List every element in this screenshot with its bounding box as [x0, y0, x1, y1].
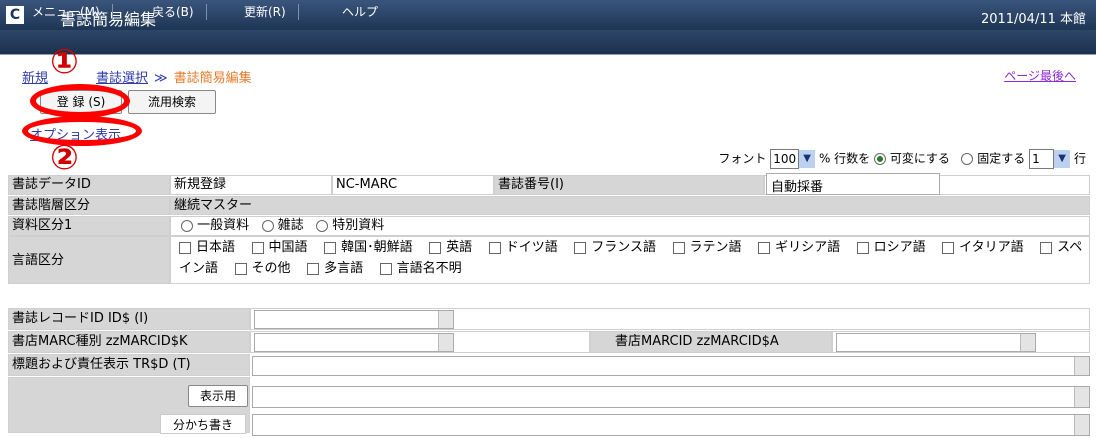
- rows-select[interactable]: 1: [1029, 149, 1055, 169]
- lang-checkbox-multi[interactable]: [307, 262, 320, 275]
- lang-checkbox-el[interactable]: [758, 241, 771, 254]
- fixed-radio[interactable]: [961, 153, 974, 165]
- lang-checkbox-ko[interactable]: [324, 241, 337, 254]
- annotation-number-1: ①: [50, 42, 79, 82]
- material-options: 一般資料 雑誌 特別資料: [170, 216, 1090, 236]
- record-id-label: 書誌データID: [8, 175, 170, 195]
- lang-checkbox-ru[interactable]: [856, 241, 869, 254]
- marc-id-input[interactable]: [836, 333, 1036, 352]
- breadcrumb-new[interactable]: 新規: [22, 71, 48, 86]
- separation-label: 分かち書き: [160, 414, 246, 434]
- marc-type-input[interactable]: [254, 333, 454, 352]
- menu-back[interactable]: 戻る(B): [140, 4, 207, 20]
- hierarchy-label: 書誌階層区分: [8, 196, 170, 215]
- chevron-down-icon[interactable]: ▼: [799, 150, 816, 168]
- material-option-label: 一般資料: [197, 218, 250, 233]
- material-radio-general[interactable]: [181, 219, 193, 232]
- breadcrumb-separator: ≫: [154, 71, 168, 86]
- record-number-input[interactable]: 自動採番: [766, 173, 940, 195]
- menu-update[interactable]: 更新(R): [232, 4, 299, 20]
- lang-checkbox-en[interactable]: [429, 241, 442, 254]
- font-size-select[interactable]: 100: [770, 149, 800, 169]
- record-id-field-label: 書誌レコードID ID$ (I): [8, 308, 250, 330]
- lang-checkbox-la[interactable]: [672, 241, 685, 254]
- menu-help[interactable]: ヘルプ: [330, 4, 390, 20]
- lang-checkbox-de[interactable]: [488, 241, 501, 254]
- annotation-ellipse-2: [22, 116, 142, 146]
- annotation-ellipse-1: [30, 84, 130, 118]
- lang-label: フランス語: [591, 240, 656, 255]
- menu-bar: [0, 30, 1096, 55]
- lang-checkbox-es[interactable]: [1040, 241, 1053, 254]
- lang-label: ギリシア語: [775, 240, 841, 255]
- variable-label: 可変にする: [889, 151, 950, 166]
- lang-label: 言語名不明: [396, 261, 462, 276]
- lang-label: 中国語: [268, 240, 308, 255]
- lang-checkbox-it[interactable]: [942, 241, 955, 254]
- percent-label: % 行数を: [818, 151, 871, 166]
- separation-input[interactable]: [252, 414, 1090, 436]
- menu-main[interactable]: メニュー(M): [20, 4, 113, 20]
- lang-label: ロシア語: [873, 240, 926, 255]
- lang-label: ラテン語: [689, 240, 742, 255]
- lang-checkbox-ja[interactable]: [179, 241, 191, 254]
- display-input[interactable]: [252, 386, 1090, 408]
- chevron-down-icon[interactable]: ▼: [1054, 150, 1071, 168]
- variable-radio[interactable]: [873, 153, 886, 165]
- language-label: 言語区分: [8, 236, 170, 284]
- annotation-number-2: ②: [50, 138, 79, 178]
- lang-checkbox-zh[interactable]: [251, 241, 264, 254]
- font-row: フォント 100 ▼ % 行数を 可変にする 固定する 1 ▼ 行: [718, 149, 1086, 169]
- display-button[interactable]: 表示用: [188, 385, 248, 407]
- lang-label: その他: [251, 261, 291, 276]
- reuse-search-button[interactable]: 流用検索: [128, 90, 216, 114]
- material-radio-special[interactable]: [316, 219, 329, 232]
- material-radio-magazine[interactable]: [261, 219, 274, 232]
- rows-unit: 行: [1073, 151, 1086, 166]
- hierarchy-value: 継続マスター: [170, 196, 1090, 215]
- language-options: 日本語 中国語 韓国･朝鮮語 英語 ドイツ語 フランス語 ラテン語 ギリシア語 …: [170, 236, 1090, 284]
- record-number-label: 書誌番号(I): [494, 175, 764, 195]
- lang-label: 多言語: [324, 261, 364, 276]
- lang-label: 韓国･朝鮮語: [341, 240, 413, 255]
- breadcrumb-select[interactable]: 書誌選択: [96, 71, 148, 86]
- marc-type-label: 書店MARC種別 zzMARCID$K: [8, 331, 250, 353]
- lang-label: 英語: [446, 240, 473, 255]
- page-end-link[interactable]: ページ最後へ: [1004, 67, 1076, 84]
- material-option-label: 特別資料: [332, 218, 385, 233]
- record-id-input[interactable]: [254, 310, 454, 329]
- marc-value: NC-MARC: [332, 175, 494, 195]
- lang-checkbox-unknown[interactable]: [379, 262, 392, 275]
- title-input[interactable]: [252, 356, 1090, 376]
- lang-label: 日本語: [196, 240, 236, 255]
- font-label: フォント: [718, 151, 767, 166]
- lang-checkbox-other[interactable]: [234, 262, 247, 275]
- lang-checkbox-fr[interactable]: [574, 241, 587, 254]
- date-branch: 2011/04/11 本館: [980, 12, 1086, 27]
- marc-id-label: 書店MARCID zzMARCID$A: [590, 331, 832, 353]
- title-field-label: 標題および責任表示 TR$D (T): [8, 354, 250, 376]
- material-option-label: 雑誌: [277, 218, 304, 233]
- lang-label: イタリア語: [959, 240, 1024, 255]
- breadcrumb-current: 書誌簡易編集: [173, 71, 252, 86]
- record-id-value: 新規登録: [170, 175, 332, 195]
- lang-label: ドイツ語: [505, 240, 558, 255]
- fixed-label: 固定する: [977, 151, 1026, 166]
- material-label: 資料区分1: [8, 216, 170, 236]
